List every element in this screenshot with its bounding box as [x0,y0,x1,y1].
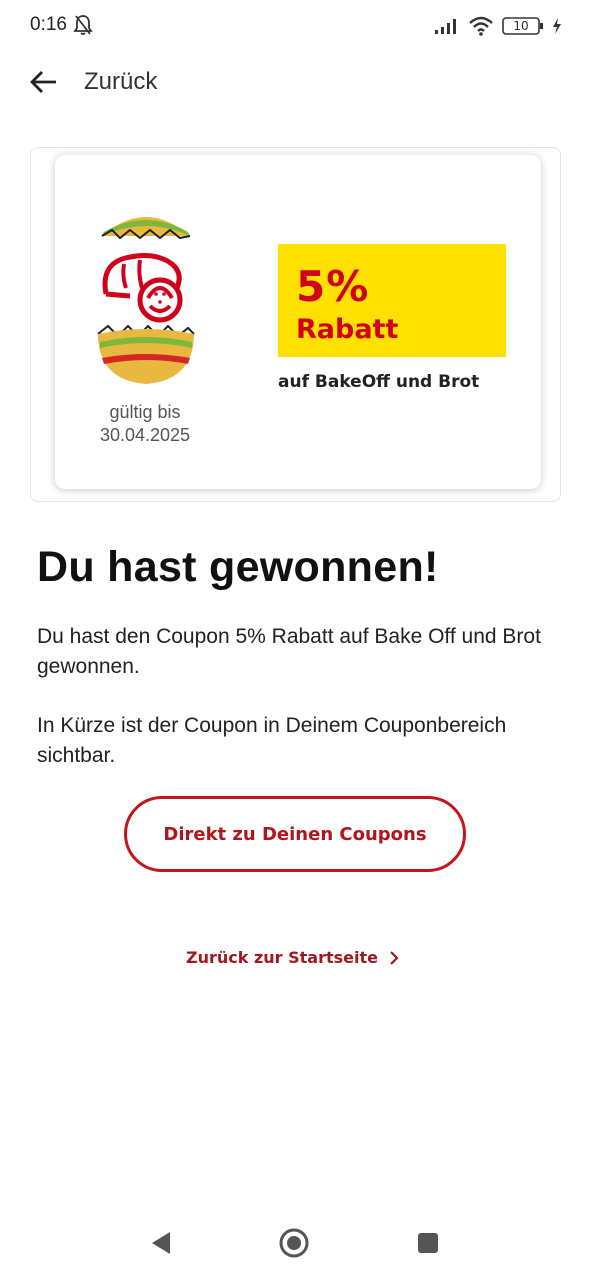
back-to-home-label: Zurück zur Startseite [186,948,378,967]
bell-off-icon [73,15,93,35]
charging-icon [553,18,561,34]
coupon-inner: gültig bis 30.04.2025 5% Rabatt auf Bake… [55,155,541,489]
discount-subtitle: auf BakeOff und Brot [278,372,480,392]
back-to-home-link[interactable]: Zurück zur Startseite [186,948,400,967]
discount-percent: 5% [296,262,370,311]
valid-until-date: 30.04.2025 [99,425,191,445]
discount-badge: 5% Rabatt [278,244,506,357]
page-title: Du hast gewonnen! [37,543,439,591]
nav-back-icon[interactable] [150,1230,172,1256]
go-to-coupons-button[interactable]: Direkt zu Deinen Coupons [124,796,466,872]
bakery-illustration-icon [97,217,195,384]
battery-level: 10 [513,19,529,33]
coupon-card: gültig bis 30.04.2025 5% Rabatt auf Bake… [30,147,561,502]
wifi-icon [469,16,493,36]
coupon-availability-text: In Kürze ist der Coupon in Deinem Coupon… [37,714,507,767]
system-navigation-bar [0,1200,590,1279]
chevron-right-icon [390,950,399,965]
battery-icon: 10 [502,16,544,36]
status-time: 0:16 [30,14,67,35]
go-to-coupons-label: Direkt zu Deinen Coupons [163,823,427,845]
back-label[interactable]: Zurück [84,68,157,96]
discount-label: Rabatt [296,314,399,345]
back-arrow-icon[interactable] [28,66,60,98]
status-icons: 10 [434,14,562,38]
won-description: Du hast den Coupon 5% Rabatt auf Bake Of… [37,625,541,678]
nav-home-icon[interactable] [278,1227,310,1259]
signal-icon [435,19,456,34]
nav-recents-icon[interactable] [417,1232,439,1254]
status-bar: 0:16 10 [0,0,590,52]
valid-until-label: gültig bis [109,402,181,422]
